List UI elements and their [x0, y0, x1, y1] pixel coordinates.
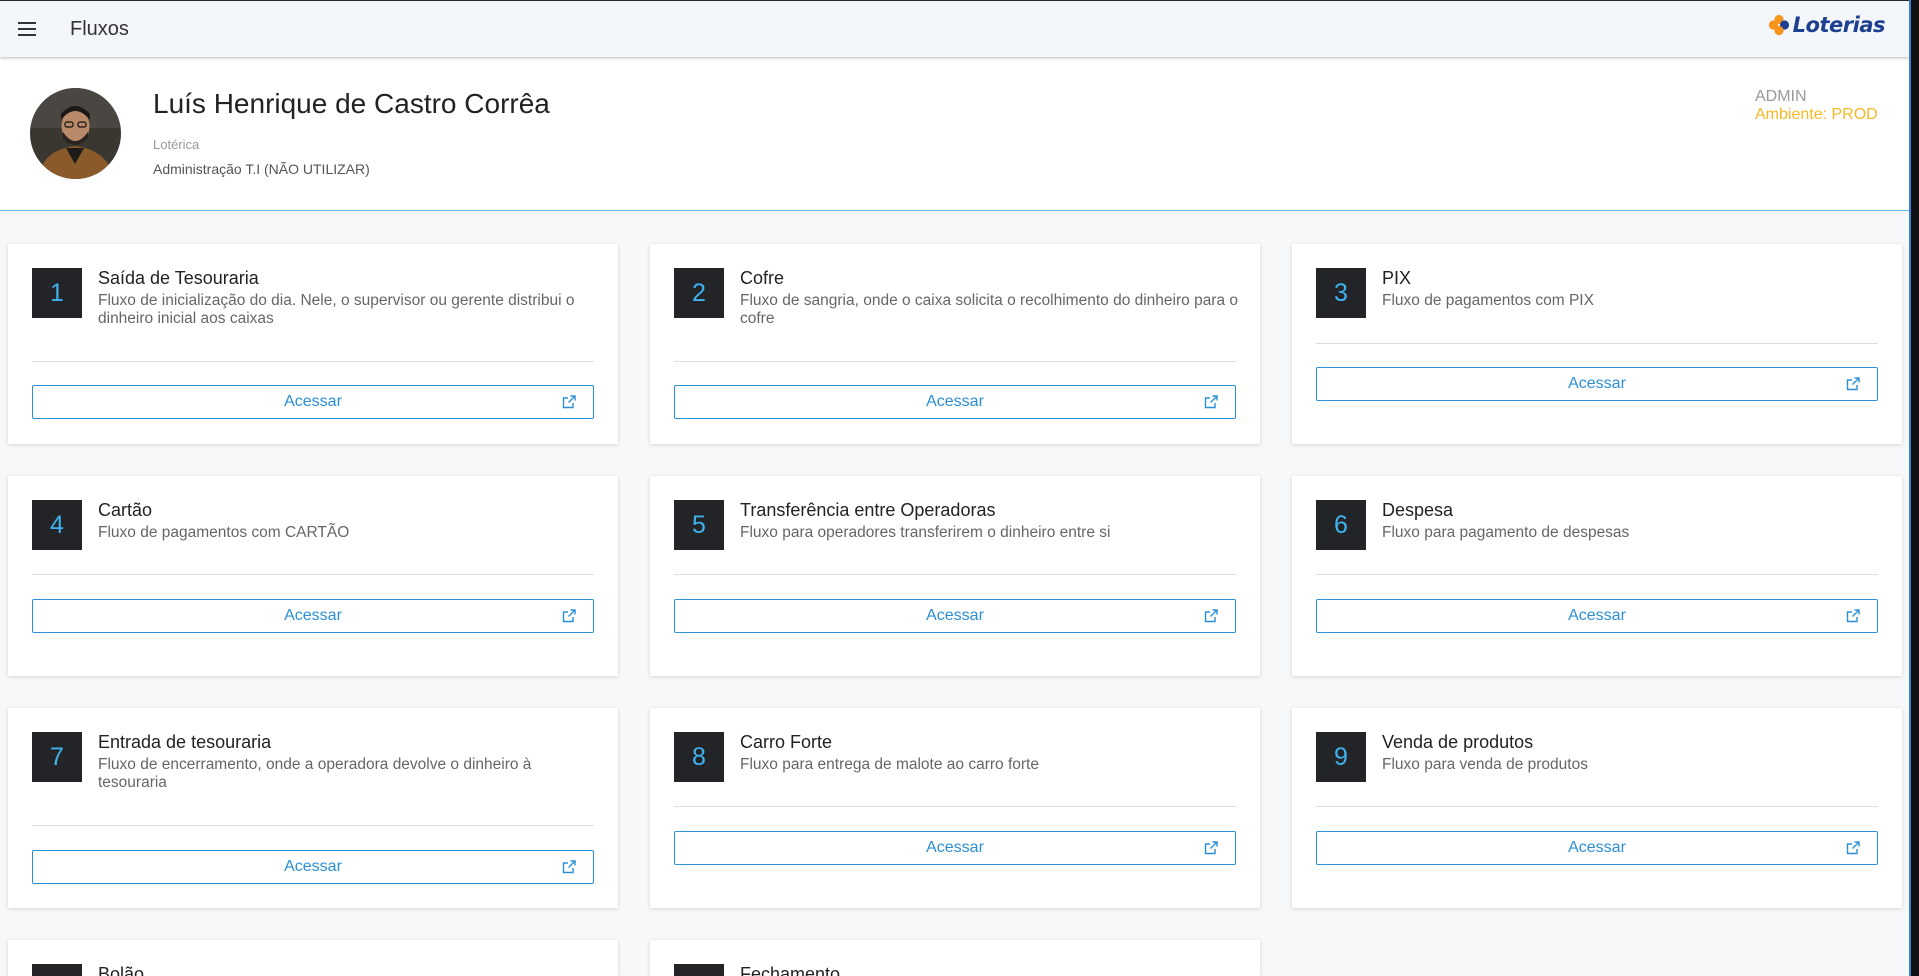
card-number — [674, 964, 724, 976]
external-link-icon — [1204, 841, 1218, 855]
card-number: 5 — [674, 500, 724, 550]
card-number: 4 — [32, 500, 82, 550]
access-button-label: Acessar — [926, 839, 984, 856]
card-description: Fluxo de sangria, onde o caixa solicita … — [740, 292, 1239, 327]
flow-card-10: Bolão — [8, 940, 618, 976]
admin-label: ADMIN — [1755, 88, 1807, 105]
card-description: Fluxo de pagamentos com PIX — [1382, 292, 1594, 309]
card-divider — [1316, 574, 1878, 575]
card-title: PIX — [1382, 268, 1412, 288]
card-number: 7 — [32, 732, 82, 782]
avatar — [30, 88, 121, 179]
card-divider — [1316, 343, 1878, 344]
card-description: Fluxo de encerramento, onde a operadora … — [98, 756, 532, 791]
access-button[interactable]: Acessar — [1316, 831, 1878, 865]
access-button-label: Acessar — [926, 393, 984, 410]
user-organization: Administração T.I (NÃO UTILIZAR) — [153, 161, 370, 177]
external-link-icon — [562, 609, 576, 623]
user-name: Luís Henrique de Castro Corrêa — [153, 88, 550, 119]
flow-card-7: 7 Entrada de tesouraria Fluxo de encerra… — [8, 708, 618, 908]
scrollbar[interactable] — [1909, 0, 1919, 976]
access-button[interactable]: Acessar — [674, 385, 1236, 419]
card-number: 2 — [674, 268, 724, 318]
logo-text: Loterias — [1792, 13, 1886, 37]
flow-card-8: 8 Carro Forte Fluxo para entrega de malo… — [650, 708, 1260, 908]
external-link-icon — [1846, 841, 1860, 855]
card-title: Despesa — [1382, 500, 1454, 520]
loterias-logo[interactable]: Loterias — [1768, 13, 1886, 37]
card-title: Fechamento — [740, 964, 841, 976]
external-link-icon — [1204, 395, 1218, 409]
card-divider — [674, 574, 1236, 575]
card-number: 6 — [1316, 500, 1366, 550]
role-environment-block: ADMIN Ambiente: PROD — [1755, 88, 1878, 124]
card-description: Fluxo para entrega de malote ao carro fo… — [740, 756, 1039, 773]
clover-icon — [1768, 14, 1789, 36]
card-title: Entrada de tesouraria — [98, 732, 272, 752]
card-description: Fluxo para pagamento de despesas — [1382, 524, 1630, 541]
access-button-label: Acessar — [1568, 839, 1626, 856]
access-button[interactable]: Acessar — [32, 850, 594, 884]
card-divider — [32, 361, 594, 362]
card-number: 1 — [32, 268, 82, 318]
card-number: 8 — [674, 732, 724, 782]
external-link-icon — [562, 860, 576, 874]
access-button-label: Acessar — [1568, 607, 1626, 624]
card-number — [32, 964, 82, 976]
access-button-label: Acessar — [284, 858, 342, 875]
card-divider — [674, 806, 1236, 807]
flow-card-1: 1 Saída de Tesouraria Fluxo de inicializ… — [8, 244, 618, 444]
card-divider — [32, 574, 594, 575]
external-link-icon — [562, 395, 576, 409]
access-button[interactable]: Acessar — [1316, 599, 1878, 633]
card-title: Carro Forte — [740, 732, 833, 752]
flow-card-11: Fechamento — [650, 940, 1260, 976]
card-title: Saída de Tesouraria — [98, 268, 259, 288]
menu-icon[interactable] — [15, 17, 39, 41]
environment-label: Ambiente: PROD — [1755, 106, 1878, 123]
card-description: Fluxo de inicialização do dia. Nele, o s… — [98, 292, 575, 327]
card-description: Fluxo de pagamentos com CARTÃO — [98, 524, 350, 541]
flow-card-5: 5 Transferência entre Operadoras Fluxo p… — [650, 476, 1260, 676]
card-divider — [32, 825, 594, 826]
access-button[interactable]: Acessar — [674, 831, 1236, 865]
card-title: Transferência entre Operadoras — [740, 500, 996, 520]
access-button[interactable]: Acessar — [32, 599, 594, 633]
flow-card-9: 9 Venda de produtos Fluxo para venda de … — [1292, 708, 1902, 908]
flow-card-2: 2 Cofre Fluxo de sangria, onde o caixa s… — [650, 244, 1260, 444]
top-app-bar: Fluxos Loterias — [0, 0, 1909, 57]
page-title: Fluxos — [70, 17, 129, 40]
card-title: Cofre — [740, 268, 785, 288]
card-number: 9 — [1316, 732, 1366, 782]
access-button[interactable]: Acessar — [674, 599, 1236, 633]
external-link-icon — [1846, 609, 1860, 623]
card-number: 3 — [1316, 268, 1366, 318]
external-link-icon — [1846, 377, 1860, 391]
card-description: Fluxo para venda de produtos — [1382, 756, 1588, 773]
card-title: Venda de produtos — [1382, 732, 1534, 752]
access-button-label: Acessar — [284, 393, 342, 410]
card-title: Bolão — [98, 964, 145, 976]
external-link-icon — [1204, 609, 1218, 623]
flow-card-4: 4 Cartão Fluxo de pagamentos com CARTÃO … — [8, 476, 618, 676]
access-button-label: Acessar — [1568, 375, 1626, 392]
card-divider — [674, 361, 1236, 362]
user-role: Lotérica — [153, 137, 200, 152]
access-button-label: Acessar — [284, 607, 342, 624]
card-title: Cartão — [98, 500, 153, 520]
access-button-label: Acessar — [926, 607, 984, 624]
access-button[interactable]: Acessar — [32, 385, 594, 419]
user-profile-section: Luís Henrique de Castro Corrêa Lotérica … — [0, 58, 1909, 211]
flow-card-6: 6 Despesa Fluxo para pagamento de despes… — [1292, 476, 1902, 676]
card-divider — [1316, 806, 1878, 807]
flow-card-3: 3 PIX Fluxo de pagamentos com PIX Acessa… — [1292, 244, 1902, 444]
access-button[interactable]: Acessar — [1316, 367, 1878, 401]
card-description: Fluxo para operadores transferirem o din… — [740, 524, 1111, 541]
